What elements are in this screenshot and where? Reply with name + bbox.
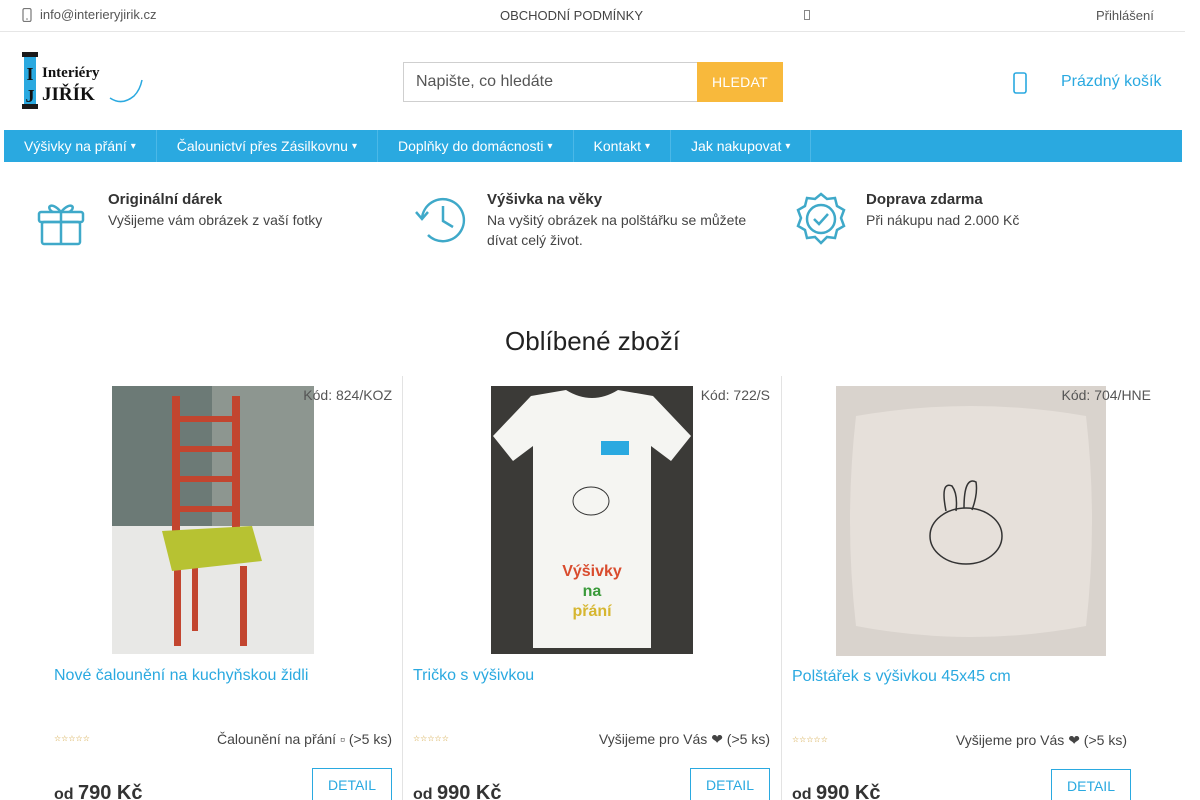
benefit-title: Výšivka na věky <box>487 191 603 208</box>
product-name[interactable]: Nové čalounění na kuchyňskou židli <box>54 667 308 685</box>
section-title: Oblíbené zboží <box>505 326 680 356</box>
email-link[interactable]: info@interieryjirik.cz <box>22 7 157 22</box>
cart-icon[interactable] <box>1013 72 1027 94</box>
shirt-text-line1: Výšivky <box>562 563 622 580</box>
top-bar: info@interieryjirik.cz OBCHODNÍ PODMÍNKY… <box>0 0 1185 32</box>
login-link[interactable]: Přihlášení <box>1096 8 1154 23</box>
benefit-shipping: Doprava zdarma Při nákupu nad 2.000 Kč <box>791 190 1019 250</box>
nav-item-label: Výšivky na přání <box>24 138 127 154</box>
product-image-pillow[interactable] <box>836 386 1106 656</box>
search-button[interactable]: HLEDAT <box>697 62 783 102</box>
product-card: Kód: 704/HNE Polštářek s výšivkou 45x45 … <box>781 376 1161 800</box>
nav-item-kontakt[interactable]: Kontakt ▾ <box>574 130 672 162</box>
nav-item-calounictvi[interactable]: Čalounictví přes Zásilkovnu ▾ <box>157 130 378 162</box>
nav-item-label: Kontakt <box>593 138 642 154</box>
logo-line1: Interiéry <box>42 65 100 81</box>
nav-item-label: Čalounictví přes Zásilkovnu <box>176 138 348 154</box>
product-image-tshirt[interactable]: Výšivky na přání <box>491 386 693 654</box>
nav-item-label: Doplňky do domácnosti <box>397 138 544 154</box>
shirt-text-line2: na <box>583 583 602 600</box>
detail-button[interactable]: DETAIL <box>690 768 770 800</box>
chevron-down-icon: ▾ <box>130 140 136 152</box>
shirt-text-line3: přání <box>572 603 612 620</box>
product-price: 990 Kč <box>816 782 881 800</box>
benefit-text: Při nákupu nad 2.000 Kč <box>866 212 1020 228</box>
logo-line2: JIŘÍK <box>42 83 95 105</box>
price-prefix: od <box>413 786 433 800</box>
price-prefix: od <box>792 786 812 800</box>
detail-button[interactable]: DETAIL <box>312 768 392 800</box>
chevron-down-icon: ▾ <box>645 140 651 152</box>
small-icon[interactable] <box>804 10 810 20</box>
email-text: info@interieryjirik.cz <box>40 7 157 22</box>
benefit-text: Na vyšitý obrázek na polštářku se můžete… <box>487 212 747 248</box>
badge-check-icon <box>796 192 846 245</box>
phone-icon <box>22 7 32 22</box>
site-logo[interactable]: I J Interiéry JIŘÍK <box>22 50 144 110</box>
product-name[interactable]: Tričko s výšivkou <box>413 667 534 685</box>
benefit-text: Vyšijeme vám obrázek z vaší fotky <box>108 212 323 228</box>
cart-link[interactable]: Prázdný košík <box>1061 73 1161 91</box>
gift-icon <box>37 204 85 246</box>
benefit-title: Originální dárek <box>108 191 223 208</box>
benefit-title: Doprava zdarma <box>866 191 983 208</box>
product-name[interactable]: Polštářek s výšivkou 45x45 cm <box>792 668 1011 686</box>
availability: Vyšijeme pro Vás ❤ (>5 ks) <box>598 731 770 747</box>
benefit-gift: Originální dárek Vyšijeme vám obrázek z … <box>33 190 322 250</box>
search-bar: HLEDAT <box>403 62 783 102</box>
product-price: 990 Kč <box>437 782 502 800</box>
price-prefix: od <box>54 786 74 800</box>
clock-history-icon <box>415 197 466 243</box>
product-card: Kód: 824/KOZ Nové čalounění na kuchyňsko… <box>24 376 402 800</box>
product-card: Výšivky na přání Kód: 722/S Tričko s výš… <box>402 376 780 800</box>
chevron-down-icon: ▾ <box>547 140 553 152</box>
nav-item-doplnky[interactable]: Doplňky do domácnosti ▾ <box>378 130 574 162</box>
product-code: Kód: 824/KOZ <box>303 387 392 403</box>
chevron-down-icon: ▾ <box>351 140 357 152</box>
availability: Čalounění na přání ▫ (>5 ks) <box>216 731 392 747</box>
product-price: 790 Kč <box>78 782 143 800</box>
detail-button[interactable]: DETAIL <box>1051 769 1131 800</box>
main-navigation: Výšivky na přání ▾ Čalounictví přes Zásil… <box>4 130 1182 162</box>
search-input[interactable] <box>403 62 697 102</box>
product-code: Kód: 722/S <box>700 387 770 403</box>
benefit-longevity: Výšivka na věky Na vyšitý obrázek na pol… <box>412 190 757 250</box>
chevron-down-icon: ▾ <box>785 140 791 152</box>
nav-item-vysivky[interactable]: Výšivky na přání ▾ <box>4 130 157 162</box>
rating-stars: ☆☆☆☆☆ <box>54 734 90 743</box>
terms-link[interactable]: OBCHODNÍ PODMÍNKY <box>500 8 643 23</box>
logo-letter-j: J <box>26 86 35 106</box>
nav-item-jak-nakupovat[interactable]: Jak nakupovat ▾ <box>671 130 812 162</box>
logo-letter-i: I <box>26 64 33 84</box>
availability: Vyšijeme pro Vás ❤ (>5 ks) <box>955 732 1127 748</box>
product-image-chair[interactable] <box>112 386 314 654</box>
nav-item-label: Jak nakupovat <box>691 138 782 154</box>
product-code: Kód: 704/HNE <box>1061 387 1152 403</box>
rating-stars: ☆☆☆☆☆ <box>792 735 828 744</box>
rating-stars: ☆☆☆☆☆ <box>413 734 449 743</box>
